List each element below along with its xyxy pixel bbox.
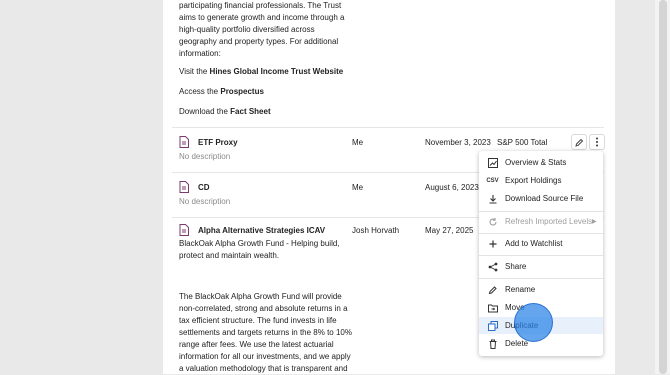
- description-line: participating financial professionals. T…: [179, 1, 342, 10]
- menu-item-add-watchlist[interactable]: Add to Watchlist: [479, 235, 603, 252]
- row-description: No description: [179, 152, 231, 161]
- menu-divider: [479, 278, 603, 279]
- menu-item-label: Rename: [505, 285, 536, 294]
- download-prefix: Download the: [179, 107, 231, 116]
- menu-item-label: Export Holdings: [505, 176, 562, 185]
- menu-item-label: Add to Watchlist: [505, 239, 563, 248]
- row-description: protect and maintain wealth.: [179, 251, 280, 260]
- alpha-description-line: information for all our investments, and…: [179, 352, 351, 361]
- edit-button[interactable]: [571, 134, 587, 150]
- visit-prefix: Visit the: [179, 67, 210, 76]
- row-date: August 6, 2023: [425, 183, 479, 192]
- folder-move-icon: [487, 302, 498, 313]
- row-title[interactable]: Alpha Alternative Strategies ICAV: [198, 226, 325, 235]
- description-line: high-quality portfolio diversified acros…: [179, 25, 315, 34]
- alpha-description-line: range after fees. We use the latest actu…: [179, 340, 334, 349]
- row-owner: Josh Horvath: [352, 226, 400, 235]
- chevron-right-icon: ▶: [592, 219, 597, 225]
- document-icon: [179, 224, 189, 236]
- document-icon: [179, 181, 189, 193]
- document-icon: [179, 136, 189, 148]
- menu-item-label: Refresh Imported Levels: [505, 217, 593, 226]
- download-factsheet-line: Download the Fact Sheet: [179, 106, 271, 118]
- plus-icon: [487, 238, 498, 249]
- menu-divider: [479, 211, 603, 212]
- menu-item-download-source[interactable]: Download Source File: [479, 190, 603, 207]
- download-icon: [487, 193, 498, 204]
- menu-divider: [479, 255, 603, 256]
- row-benchmark: S&P 500 Total: [497, 138, 548, 147]
- menu-item-label: Overview & Stats: [505, 158, 567, 167]
- pencil-icon: [487, 284, 498, 295]
- menu-divider: [479, 233, 603, 234]
- csv-icon: CSV: [486, 177, 499, 184]
- kebab-menu-icon: [596, 137, 598, 147]
- hines-website-link[interactable]: Hines Global Income Trust Website: [210, 67, 344, 76]
- row-title[interactable]: ETF Proxy: [198, 138, 238, 147]
- click-indicator: [514, 303, 553, 342]
- row-date: November 3, 2023: [425, 138, 491, 147]
- access-prospectus-line: Access the Prospectus: [179, 86, 264, 98]
- refresh-icon: [487, 216, 498, 227]
- menu-item-refresh-levels[interactable]: Refresh Imported Levels ▶: [479, 213, 603, 230]
- pencil-icon: [574, 138, 583, 147]
- alpha-description-line: tax efficient structure. The fund invest…: [179, 316, 337, 325]
- row-divider: [172, 127, 604, 128]
- menu-item-label: Share: [505, 262, 527, 271]
- menu-item-share[interactable]: Share: [479, 258, 603, 275]
- menu-item-rename[interactable]: Rename: [479, 281, 603, 298]
- alpha-description-line: The BlackOak Alpha Growth Fund will prov…: [179, 292, 342, 301]
- row-description: BlackOak Alpha Growth Fund - Helping bui…: [179, 239, 340, 248]
- menu-item-export-holdings[interactable]: CSV Export Holdings: [479, 172, 603, 189]
- chart-box-icon: [487, 157, 498, 168]
- duplicate-icon: [487, 320, 498, 331]
- row-owner: Me: [352, 183, 364, 192]
- description-line: aims to generate growth and income throu…: [179, 13, 345, 22]
- menu-item-label: Download Source File: [505, 194, 584, 203]
- row-title[interactable]: CD: [198, 183, 210, 192]
- alpha-description-line: settlements and targets returns in the 8…: [179, 328, 352, 337]
- trash-icon: [487, 338, 498, 349]
- description-line: geography and property types. For additi…: [179, 37, 339, 46]
- fact-sheet-link[interactable]: Fact Sheet: [230, 107, 270, 116]
- access-prefix: Access the: [179, 87, 221, 96]
- prospectus-link[interactable]: Prospectus: [220, 87, 264, 96]
- share-icon: [487, 261, 498, 272]
- more-options-button[interactable]: [589, 134, 605, 150]
- description-line: information:: [179, 49, 221, 58]
- alpha-description-line: non-correlated, strong and absolute retu…: [179, 304, 348, 313]
- scrollbar-thumb[interactable]: [659, 0, 667, 374]
- menu-item-overview-stats[interactable]: Overview & Stats: [479, 154, 603, 171]
- visit-website-line: Visit the Hines Global Income Trust Webs…: [179, 66, 343, 78]
- alpha-description-line: a valuation methodology that is transpar…: [179, 364, 348, 373]
- row-date: May 27, 2025: [425, 226, 474, 235]
- row-description: No description: [179, 197, 231, 206]
- row-owner: Me: [352, 138, 364, 147]
